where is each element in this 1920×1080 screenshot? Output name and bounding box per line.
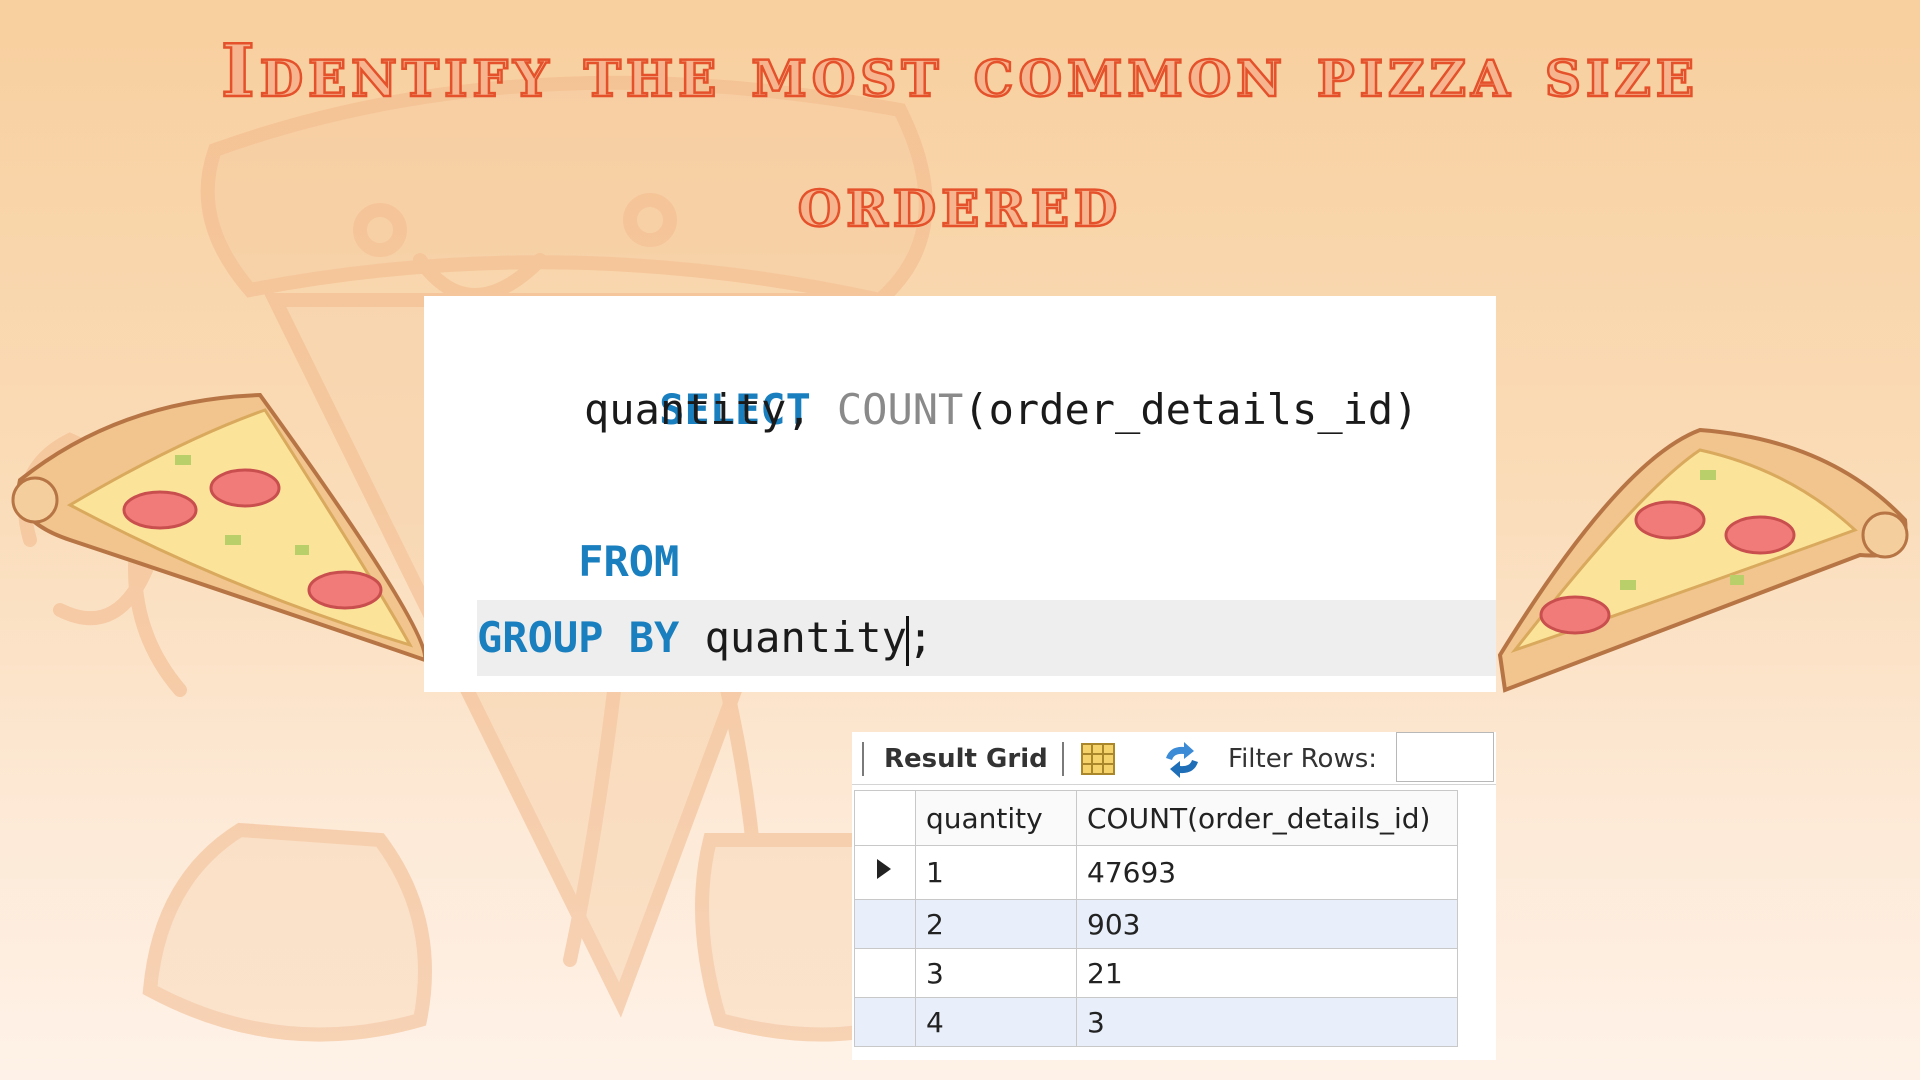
- code-line-2: quantity, COUNT(order_details_id): [584, 372, 1418, 448]
- toolbar-divider: [1062, 742, 1064, 776]
- toolbar-divider: [862, 742, 864, 776]
- column-header-quantity[interactable]: quantity: [915, 790, 1077, 846]
- row-selector[interactable]: [854, 997, 916, 1047]
- table-header-row: quantity COUNT(order_details_id): [854, 790, 1458, 846]
- function-count: COUNT: [836, 385, 964, 434]
- filter-rows-input[interactable]: [1396, 732, 1494, 782]
- sql-editor[interactable]: SELECT quantity, COUNT(order_details_id)…: [424, 296, 1496, 692]
- table-row[interactable]: 4 3: [854, 997, 1458, 1047]
- table-row[interactable]: 1 47693: [854, 845, 1458, 900]
- result-toolbar: Result Grid Filter Rows:: [852, 732, 1496, 785]
- cell-quantity[interactable]: 1: [915, 845, 1077, 900]
- grid-icon[interactable]: [1080, 742, 1116, 776]
- row-selector-header[interactable]: [854, 790, 916, 846]
- code-line-1: SELECT: [558, 296, 811, 434]
- code-text: quantity: [679, 613, 907, 662]
- code-text: quantity,: [584, 385, 837, 434]
- result-grid-tab[interactable]: Result Grid: [884, 744, 1048, 774]
- slide-title-line-2: ordered: [796, 157, 1123, 245]
- row-selector[interactable]: [854, 845, 916, 900]
- code-line-3: FROM: [477, 448, 679, 586]
- cell-count[interactable]: 3: [1076, 997, 1458, 1047]
- row-selector[interactable]: [854, 948, 916, 998]
- result-grid-panel: Result Grid Filter Rows: quantity COUNT(…: [852, 732, 1496, 1060]
- cell-quantity[interactable]: 4: [915, 997, 1077, 1047]
- pizza-slice-right: [1497, 427, 1909, 693]
- table-row[interactable]: 2 903: [854, 899, 1458, 949]
- cell-quantity[interactable]: 2: [915, 899, 1077, 949]
- row-pointer-icon: [877, 859, 891, 879]
- cell-count[interactable]: 903: [1076, 899, 1458, 949]
- code-line-5: GROUP BY quantity;: [477, 600, 1496, 676]
- column-header-count[interactable]: COUNT(order_details_id): [1076, 790, 1458, 846]
- result-table: quantity COUNT(order_details_id) 1 47693…: [854, 790, 1458, 1047]
- filter-rows-label: Filter Rows:: [1228, 744, 1378, 774]
- cell-count[interactable]: 21: [1076, 948, 1458, 998]
- keyword-group-by: GROUP BY: [477, 613, 680, 662]
- code-text: (order_details_id): [963, 385, 1419, 434]
- cell-count[interactable]: 47693: [1076, 845, 1458, 900]
- slide-title-line-1: Identify the most common pizza size: [220, 27, 1699, 115]
- cell-quantity[interactable]: 3: [915, 948, 1077, 998]
- row-selector[interactable]: [854, 899, 916, 949]
- refresh-icon[interactable]: [1160, 742, 1204, 778]
- code-text: ;: [907, 613, 934, 662]
- code-line-4: order_details: [584, 524, 1014, 662]
- table-row[interactable]: 3 21: [854, 948, 1458, 998]
